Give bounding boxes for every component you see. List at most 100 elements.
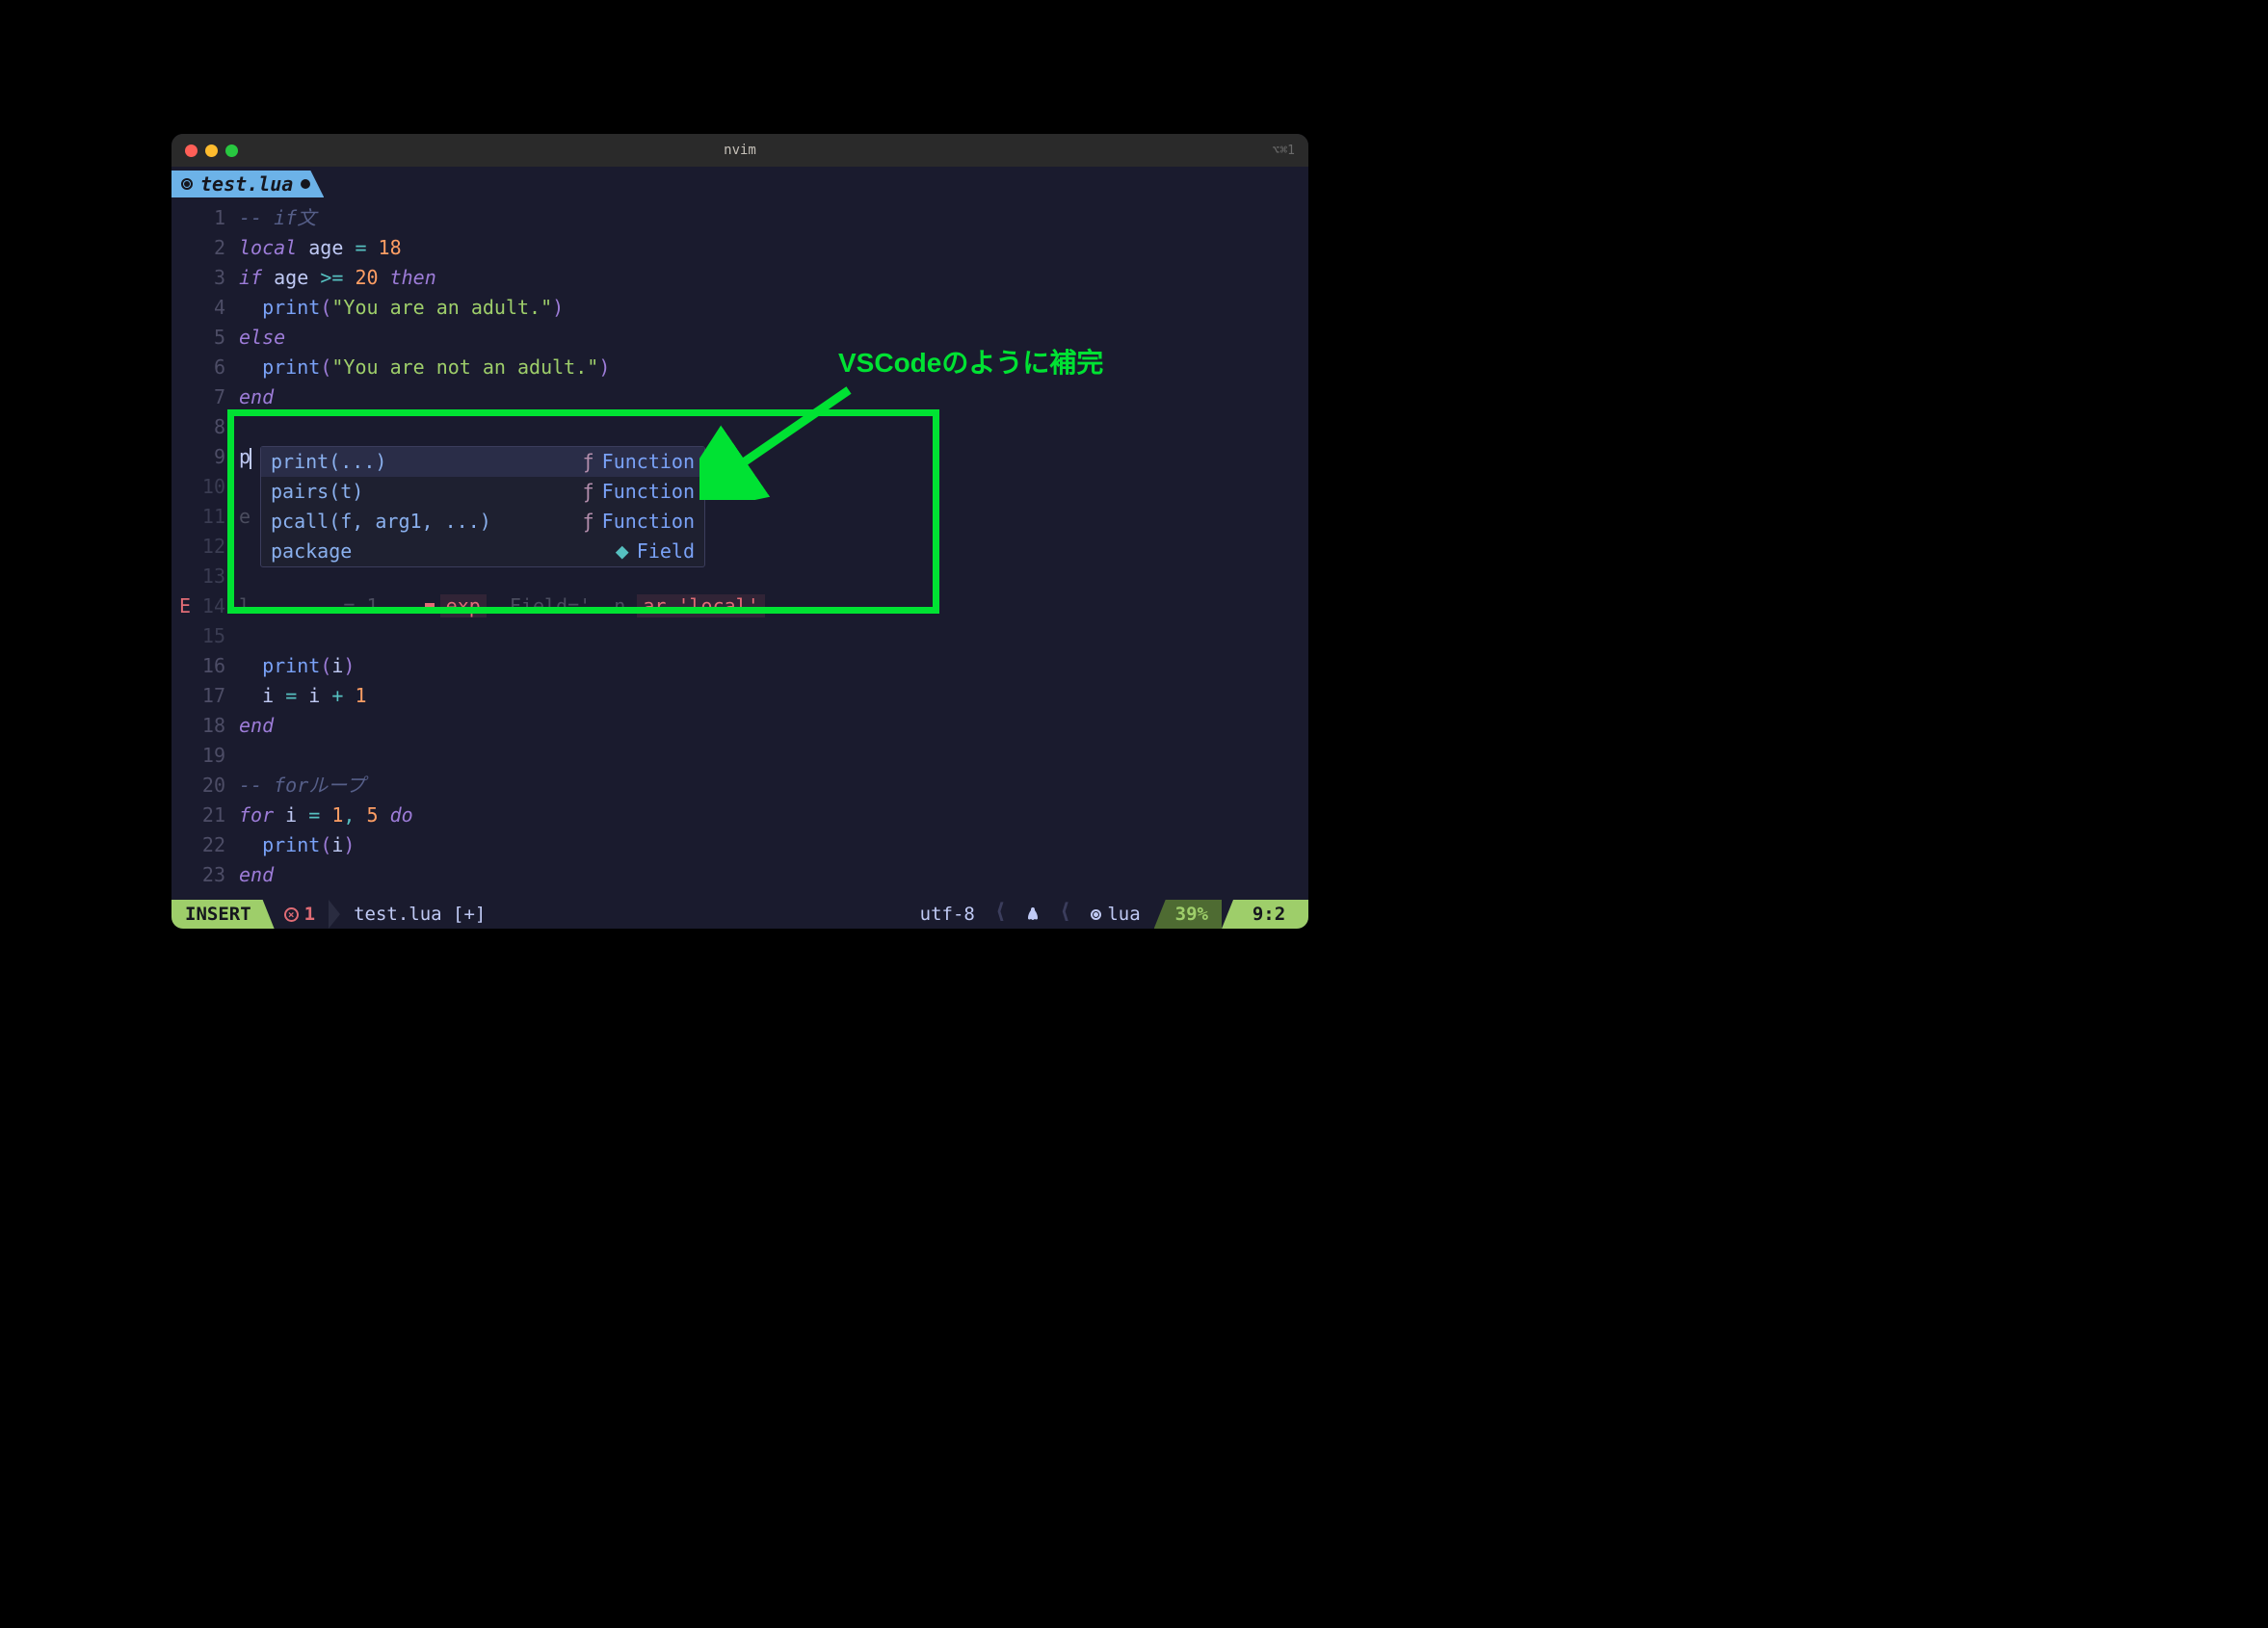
- code-line[interactable]: 15: [171, 621, 1308, 651]
- position-segment: 9:2: [1222, 900, 1308, 929]
- code-line[interactable]: 19: [171, 741, 1308, 771]
- line-number: 8: [197, 412, 239, 442]
- encoding-segment: utf-8: [907, 900, 989, 929]
- function-kind-icon: ƒ: [583, 507, 594, 537]
- code-editor[interactable]: 1-- if文2local age = 183if age >= 20 then…: [171, 197, 1308, 900]
- completion-item[interactable]: pairs(t) ƒ Function: [261, 477, 704, 507]
- line-number: 19: [197, 741, 239, 771]
- code-line[interactable]: 16 print(i): [171, 651, 1308, 681]
- code-content[interactable]: end: [239, 860, 274, 890]
- completion-item[interactable]: print(...)ƒFunction: [261, 447, 704, 477]
- code-content[interactable]: print(i): [239, 830, 355, 860]
- percent-segment: 39%: [1154, 900, 1222, 929]
- diagnostic-sign: E: [171, 591, 197, 621]
- filetype-label: lua: [1107, 904, 1140, 925]
- code-content[interactable]: l = 1 exp Field=' n ar 'local': [239, 591, 765, 621]
- code-line[interactable]: 4 print("You are an adult."): [171, 293, 1308, 323]
- line-number: 10: [197, 472, 239, 502]
- line-number: 2: [197, 233, 239, 263]
- line-number: 9: [197, 442, 239, 472]
- code-line[interactable]: 22 print(i): [171, 830, 1308, 860]
- code-content[interactable]: for i = 1, 5 do: [239, 801, 413, 830]
- inline-diagnostic: ar 'local': [637, 594, 764, 617]
- function-kind-icon: ƒ: [583, 477, 594, 507]
- separator-icon: [329, 900, 340, 929]
- os-segment: [1013, 900, 1053, 929]
- code-content[interactable]: end: [239, 382, 274, 412]
- line-number: 18: [197, 711, 239, 741]
- line-number: 11: [197, 502, 239, 532]
- code-content[interactable]: -- if文: [239, 203, 316, 233]
- code-content[interactable]: local age = 18: [239, 233, 402, 263]
- code-content[interactable]: p: [239, 442, 251, 472]
- code-line[interactable]: 23end: [171, 860, 1308, 890]
- completion-item-kind: Field: [637, 537, 695, 566]
- statusline: INSERT × 1 test.lua [+] utf-8 ⟨ ⟨ lua 39…: [171, 900, 1308, 929]
- zoom-window-button[interactable]: [225, 144, 238, 157]
- function-kind-icon: ƒ: [583, 447, 594, 477]
- chevron-left-icon: ⟨: [1053, 900, 1077, 929]
- line-number: 14: [197, 591, 239, 621]
- code-line[interactable]: 21for i = 1, 5 do: [171, 801, 1308, 830]
- minimize-window-button[interactable]: [205, 144, 218, 157]
- line-number: 4: [197, 293, 239, 323]
- linux-icon: [1026, 906, 1040, 922]
- completion-item-kind: Function: [602, 447, 695, 477]
- error-icon: ×: [284, 907, 299, 922]
- diagnostics-segment[interactable]: × 1: [275, 900, 329, 929]
- completion-item-label: package: [271, 537, 352, 566]
- mode-segment: INSERT: [171, 900, 275, 929]
- line-number: 17: [197, 681, 239, 711]
- line-number: 22: [197, 830, 239, 860]
- code-content[interactable]: print("You are an adult."): [239, 293, 564, 323]
- code-line[interactable]: 1-- if文: [171, 203, 1308, 233]
- completion-item-kind: Function: [602, 477, 695, 507]
- line-number: 5: [197, 323, 239, 353]
- code-line[interactable]: 8: [171, 412, 1308, 442]
- line-number: 3: [197, 263, 239, 293]
- code-content[interactable]: e: [239, 502, 251, 532]
- code-content[interactable]: print(i): [239, 651, 355, 681]
- annotation-label: VSCodeのように補完: [838, 342, 1103, 383]
- code-content[interactable]: end: [239, 711, 274, 741]
- diagnostics-count: 1: [304, 904, 315, 925]
- code-content[interactable]: -- forループ: [239, 771, 365, 801]
- completion-item[interactable]: package ⬥ Field: [261, 537, 704, 566]
- window-title: nvim: [724, 143, 756, 158]
- close-window-button[interactable]: [185, 144, 198, 157]
- completion-popup[interactable]: print(...)ƒFunctionpairs(t)ƒFunctionpcal…: [260, 446, 705, 567]
- text-cursor: [250, 448, 251, 469]
- code-content[interactable]: if age >= 20 then: [239, 263, 436, 293]
- buffer-tab-label: test.lua: [200, 172, 293, 196]
- code-line[interactable]: 18end: [171, 711, 1308, 741]
- code-line[interactable]: 5else: [171, 323, 1308, 353]
- code-line[interactable]: 17 i = i + 1: [171, 681, 1308, 711]
- filename-segment: test.lua [+]: [340, 900, 499, 929]
- field-kind-icon: ⬥: [616, 537, 629, 566]
- traffic-lights: [185, 144, 238, 157]
- code-content[interactable]: i = i + 1: [239, 681, 367, 711]
- window-shortcut-hint: ⌥⌘1: [1273, 144, 1295, 158]
- line-number: 21: [197, 801, 239, 830]
- code-line[interactable]: E14l = 1 exp Field=' n ar 'local': [171, 591, 1308, 621]
- completion-item-label: pcall(f, arg1, ...): [271, 507, 491, 537]
- buffer-tabbar: test.lua: [171, 167, 1308, 197]
- line-number: 1: [197, 203, 239, 233]
- code-line[interactable]: 7end: [171, 382, 1308, 412]
- code-line[interactable]: 2local age = 18: [171, 233, 1308, 263]
- chevron-left-icon: ⟨: [989, 900, 1013, 929]
- completion-item[interactable]: pcall(f, arg1, ...)ƒFunction: [261, 507, 704, 537]
- window-titlebar: nvim ⌥⌘1: [171, 134, 1308, 167]
- line-number: 20: [197, 771, 239, 801]
- buffer-tab[interactable]: test.lua: [171, 171, 324, 197]
- terminal-window: nvim ⌥⌘1 test.lua 1-- if文2local age = 18…: [171, 134, 1308, 929]
- code-content[interactable]: print("You are not an adult."): [239, 353, 610, 382]
- code-line[interactable]: 3if age >= 20 then: [171, 263, 1308, 293]
- lua-file-icon: [181, 178, 193, 190]
- completion-item-label: pairs(t): [271, 477, 363, 507]
- filetype-segment: lua: [1077, 900, 1153, 929]
- code-line[interactable]: 20-- forループ: [171, 771, 1308, 801]
- line-number: 15: [197, 621, 239, 651]
- code-content[interactable]: else: [239, 323, 285, 353]
- code-line[interactable]: 6 print("You are not an adult."): [171, 353, 1308, 382]
